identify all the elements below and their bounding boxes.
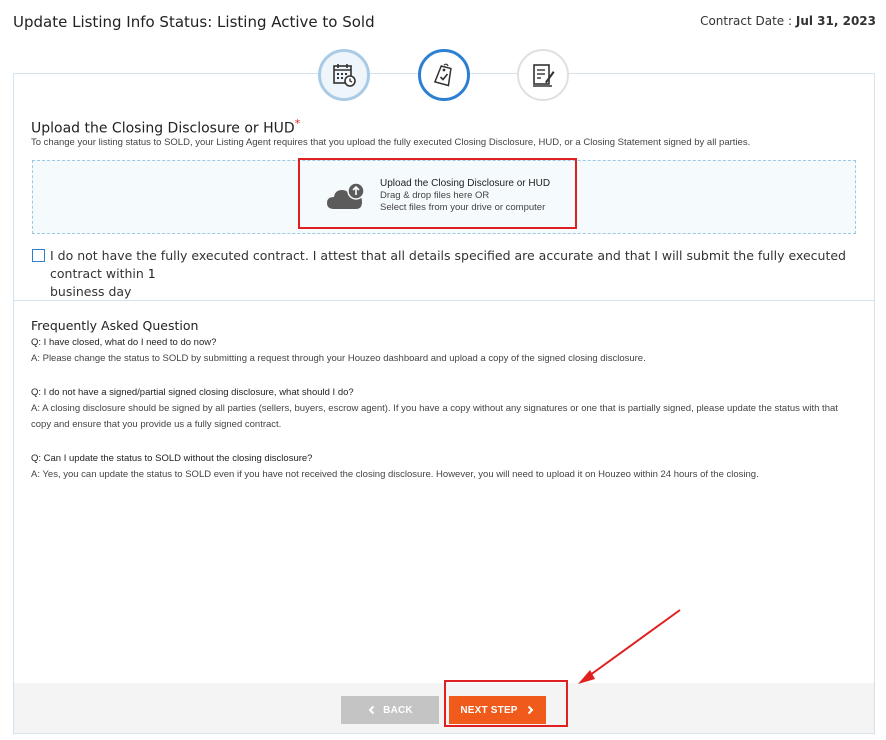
annotation-arrow-icon bbox=[578, 609, 681, 684]
